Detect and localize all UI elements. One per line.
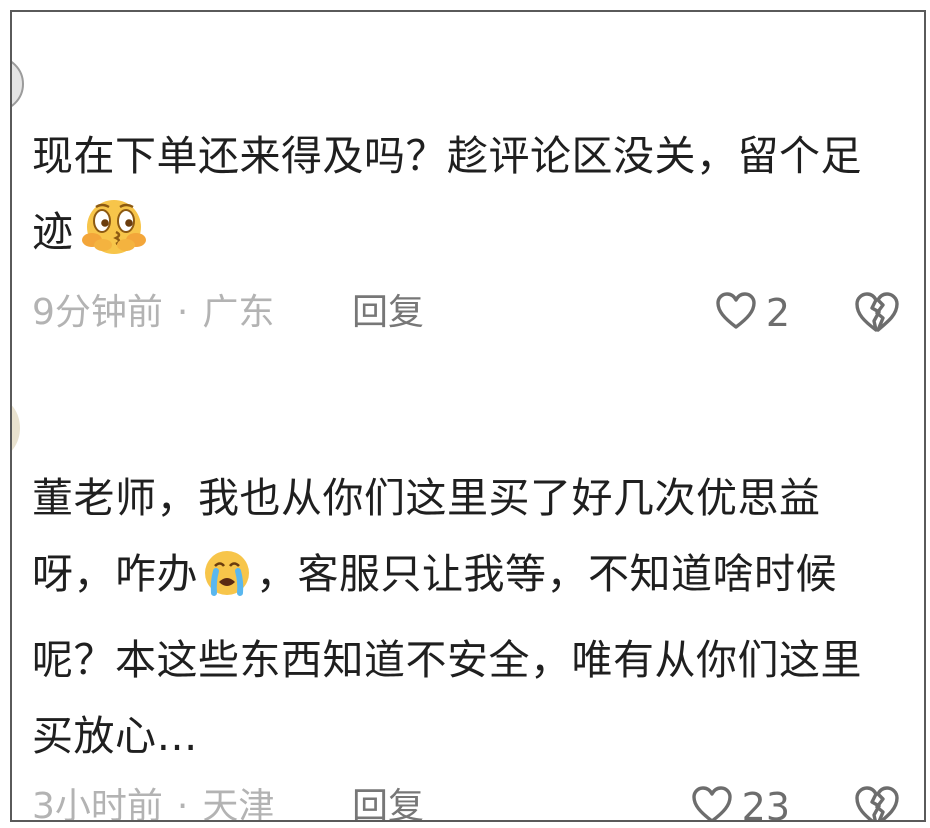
like-button[interactable]: 2 [714,290,790,336]
comment-meta: 9分钟前 · 广东 回复 2 [32,280,900,346]
avatar[interactable] [12,398,20,458]
thinking-hands-emoji-icon [78,198,152,280]
comment-location: 广东 [202,292,275,333]
reply-button[interactable]: 回复 [352,280,424,346]
broken-heart-icon [852,292,900,340]
comment-text: 董老师，我也从你们这里买了好几次优思益呀，咋办 ，客服只让我等，不知道啥时候呢？… [32,460,900,774]
avatar[interactable] [12,56,24,112]
comment-time-location: 3小时前 · 天津 [32,774,275,822]
like-button[interactable]: 23 [690,784,790,822]
dislike-button[interactable] [852,290,900,336]
broken-heart-icon [852,786,900,820]
comment-screenshot-frame: 现在下单还来得及吗？趁评论区没关，留个足迹 9分钟前 · 广东 回复 2 董老师… [10,10,926,822]
heart-icon [714,291,758,335]
comment-item: 董老师，我也从你们这里买了好几次优思益呀，咋办 ，客服只让我等，不知道啥时候呢？… [32,460,900,822]
like-count: 2 [765,291,790,335]
comment-item: 现在下单还来得及吗？趁评论区没关，留个足迹 9分钟前 · 广东 回复 2 [32,118,900,346]
comment-location: 天津 [202,786,275,822]
comment-text: 现在下单还来得及吗？趁评论区没关，留个足迹 [32,118,900,280]
meta-separator: · [176,292,189,333]
comment-time: 3小时前 [32,786,163,822]
comment-meta: 3小时前 · 天津 回复 23 [32,774,900,822]
comment-text-content: 现在下单还来得及吗？趁评论区没关，留个足迹 [32,132,862,256]
comment-time-location: 9分钟前 · 广东 [32,280,274,346]
comment-time: 9分钟前 [32,292,163,333]
crying-emoji-icon [202,546,252,622]
dislike-button[interactable] [852,784,900,820]
meta-separator: · [176,786,189,822]
like-count: 23 [741,785,790,822]
heart-icon [690,785,734,820]
reply-button[interactable]: 回复 [352,774,424,820]
